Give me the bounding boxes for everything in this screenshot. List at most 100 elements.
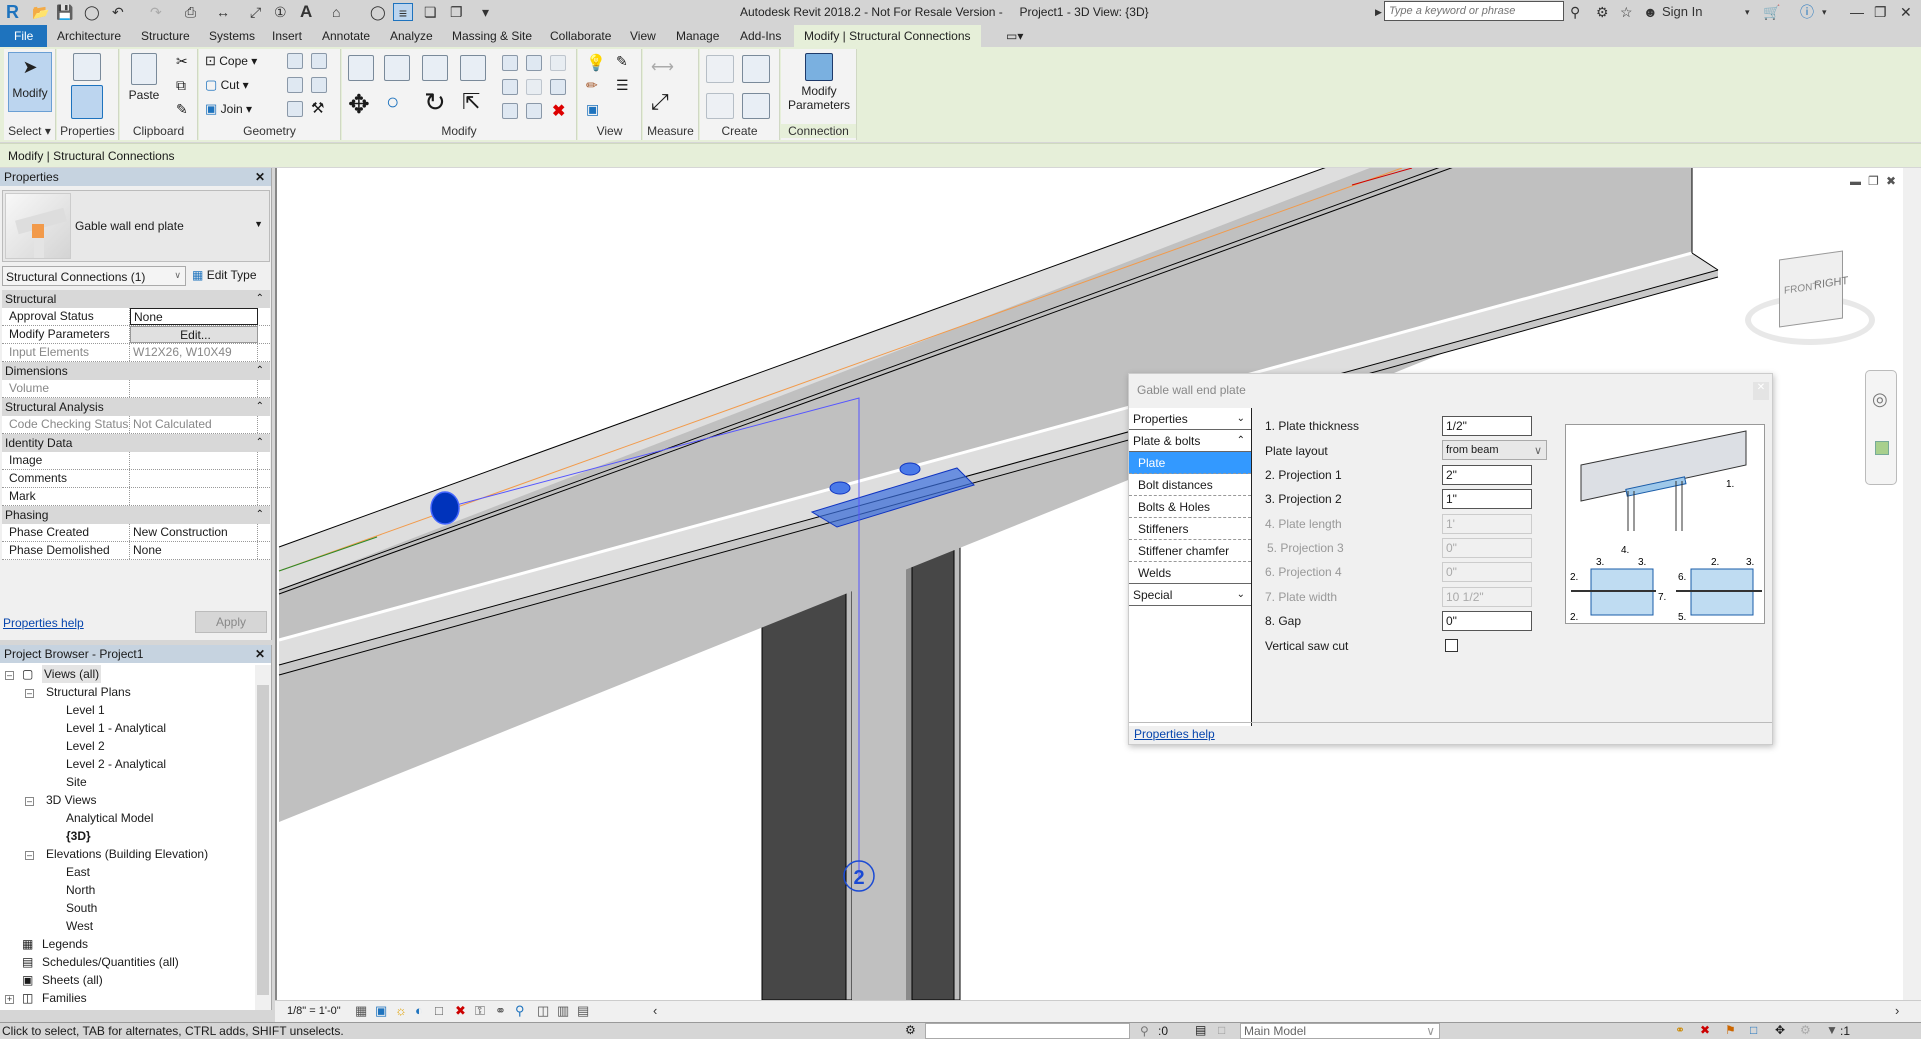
editing-requests-icon[interactable]: ⚲ — [1140, 1024, 1149, 1038]
close-hidden-icon[interactable]: ❏ — [424, 3, 437, 21]
edit-type-button[interactable]: ▦ Edit Type — [192, 268, 257, 282]
temp-hide-icon[interactable]: ⚭ — [495, 1003, 506, 1019]
tab-modify-structural-connections[interactable]: Modify | Structural Connections — [794, 25, 981, 47]
view-cube[interactable]: FRONT RIGHT — [1745, 250, 1875, 355]
project-browser-scrollbar[interactable] — [255, 665, 271, 1010]
cope-button[interactable]: ⊡ Cope ▾ — [205, 53, 257, 69]
tree-item-sheets[interactable]: Sheets (all) — [42, 971, 103, 989]
align-icon[interactable] — [348, 55, 374, 81]
design-option-dropdown[interactable]: Main Model ∨ — [1240, 1023, 1440, 1039]
active-only-icon[interactable]: □ — [1218, 1023, 1225, 1037]
highlight-displacement-icon[interactable]: ▥ — [557, 1003, 569, 1019]
modify-parameters-button[interactable]: Modify Parameters — [785, 53, 853, 112]
create-similar-icon[interactable] — [742, 55, 770, 83]
view-minimize-icon[interactable]: ▬ — [1850, 176, 1861, 188]
selection-box-icon[interactable]: ▣ — [586, 101, 599, 118]
bolt-head[interactable] — [829, 481, 851, 495]
pin-icon[interactable] — [550, 79, 566, 95]
demolish-icon[interactable] — [287, 77, 303, 93]
tree-item-families[interactable]: Families — [42, 989, 87, 1007]
scrollbar-thumb[interactable] — [257, 685, 269, 995]
sign-in-dropdown-icon[interactable]: ▾ — [1745, 3, 1750, 21]
design-options-icon[interactable]: ▤ — [1195, 1023, 1206, 1037]
hide-in-view-icon[interactable]: 💡 — [586, 53, 606, 73]
tree-item-level-1-analytical[interactable]: Level 1 - Analytical — [66, 719, 166, 737]
nav-item-stiffener-chamfer[interactable]: Stiffener chamfer — [1129, 540, 1251, 562]
nav-item-bolts-holes[interactable]: Bolts & Holes — [1129, 496, 1251, 518]
dimension-icon[interactable]: ⤢ — [250, 3, 261, 21]
create-group-icon[interactable] — [742, 93, 770, 119]
thin-line-icon[interactable]: ☰ — [616, 77, 629, 94]
create-assembly-icon[interactable] — [706, 55, 734, 83]
tree-item-elevations[interactable]: Elevations (Building Elevation) — [46, 845, 208, 863]
hammer-icon[interactable]: ⚒ — [311, 99, 324, 117]
text-icon[interactable]: A — [300, 3, 312, 21]
tree-item-west[interactable]: West — [66, 917, 93, 935]
tree-item-3d-views[interactable]: 3D Views — [46, 791, 96, 809]
measure-icon[interactable]: ↔ — [216, 3, 230, 21]
trim-single-icon[interactable] — [502, 103, 518, 119]
projection-1-input[interactable]: 2" — [1442, 465, 1532, 485]
select-dropdown[interactable]: Select ▾ — [4, 124, 55, 138]
minimize-ribbon-icon[interactable]: ▭▾ — [1000, 25, 1029, 47]
undo-icon[interactable]: ↶ — [112, 3, 124, 21]
shadows-icon[interactable]: ◐ — [415, 1003, 423, 1018]
array-icon[interactable] — [502, 79, 518, 95]
phase-created-field[interactable]: New Construction — [130, 524, 258, 541]
group-structural-analysis[interactable]: Structural Analysis ⌃ — [2, 398, 270, 416]
collapse-icon[interactable]: – — [5, 671, 14, 680]
tree-item-site[interactable]: Site — [66, 773, 87, 791]
favorites-star-icon[interactable]: ☆ — [1620, 3, 1633, 21]
group-dimensions[interactable]: Dimensions ⌃ — [2, 362, 270, 380]
properties-help-link[interactable]: Properties help — [3, 616, 84, 630]
mark-field[interactable] — [130, 488, 258, 505]
mirror-draw-axis-icon[interactable] — [460, 55, 486, 81]
tab-analyze[interactable]: Analyze — [384, 25, 439, 47]
tab-add-ins[interactable]: Add-Ins — [734, 25, 787, 47]
move-icon[interactable]: ✥ — [348, 89, 370, 120]
nav-group-special[interactable]: Special ⌄ — [1129, 584, 1251, 606]
reveal-constraints-icon[interactable]: ▤ — [577, 1003, 589, 1019]
tree-item-east[interactable]: East — [66, 863, 90, 881]
join-button[interactable]: ▣ Join ▾ — [205, 101, 252, 117]
cart-icon[interactable]: 🛒 — [1763, 3, 1780, 21]
tree-item-analytical-model[interactable]: Analytical Model — [66, 809, 153, 827]
paint-icon[interactable] — [287, 101, 303, 117]
tab-massing-site[interactable]: Massing & Site — [446, 25, 538, 47]
edit-parameters-button[interactable]: Edit... — [130, 326, 258, 343]
select-pinned-icon[interactable]: ⚑ — [1725, 1023, 1736, 1037]
copy-element-icon[interactable]: ○ — [386, 89, 399, 115]
collapse-icon[interactable]: – — [25, 851, 34, 860]
view-restore-icon[interactable]: ❐ — [1868, 174, 1879, 188]
modify-button[interactable]: ➤ Modify — [8, 52, 52, 112]
comments-field[interactable] — [130, 470, 258, 487]
tab-file[interactable]: File — [0, 25, 48, 47]
dialog-help-link[interactable]: Properties help — [1134, 727, 1215, 741]
print-icon[interactable]: ⎙ — [185, 3, 196, 21]
select-underlay-icon[interactable]: ✖ — [1700, 1023, 1710, 1037]
mirror-pick-axis-icon[interactable] — [422, 55, 448, 81]
redo-icon[interactable]: ↷ — [150, 3, 162, 21]
instance-filter-dropdown[interactable]: Structural Connections (1) ∨ — [2, 266, 186, 286]
paste-button[interactable]: Paste — [126, 53, 162, 102]
tree-item-level-2[interactable]: Level 2 — [66, 737, 105, 755]
gap-input[interactable]: 0" — [1442, 611, 1532, 631]
tree-item-level-1[interactable]: Level 1 — [66, 701, 105, 719]
zoom-region-icon[interactable] — [1875, 441, 1889, 455]
bolt-head[interactable] — [899, 462, 921, 476]
projection-2-input[interactable]: 1" — [1442, 489, 1532, 509]
remove-paint-icon[interactable] — [311, 77, 327, 93]
search-expand-icon[interactable]: ▶ — [1375, 3, 1382, 21]
view-scale[interactable]: 1/8" = 1'-0" — [287, 1005, 341, 1017]
3d-view-icon[interactable]: ⌂ — [332, 3, 340, 21]
group-phasing[interactable]: Phasing ⌃ — [2, 506, 270, 524]
linework-icon[interactable]: ✏ — [586, 77, 598, 94]
section-icon[interactable]: ◯ — [370, 3, 386, 21]
collapse-icon[interactable]: – — [25, 797, 34, 806]
workset-dropdown[interactable] — [925, 1023, 1130, 1039]
rotate-icon[interactable]: ↻ — [424, 87, 446, 118]
lock-view-icon[interactable]: ⚿ — [475, 1003, 485, 1019]
visual-style-icon[interactable]: ▣ — [375, 1003, 387, 1019]
tab-insert[interactable]: Insert — [266, 25, 308, 47]
approval-status-field[interactable]: None — [130, 308, 258, 325]
